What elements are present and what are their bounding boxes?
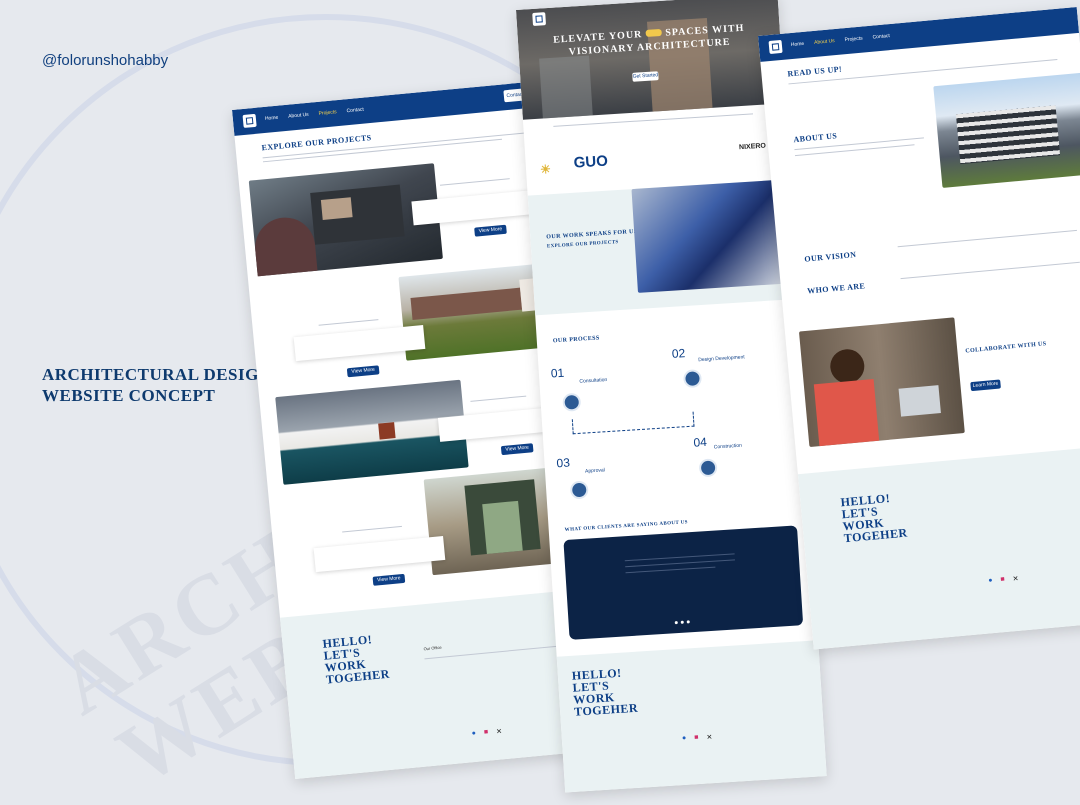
who-heading: WHO WE ARE xyxy=(806,281,866,296)
about-page-mockup: Home About Us Projects Contact READ US U… xyxy=(758,6,1080,650)
concept-title-line2: WEBSITE CONCEPT xyxy=(42,386,216,405)
x-icon[interactable]: ✕ xyxy=(496,727,503,736)
project-title-line xyxy=(470,395,527,402)
concept-title-line1: ARCHITECTURAL DESIGN xyxy=(42,365,272,384)
nav-link-about[interactable]: About Us xyxy=(814,38,835,46)
concept-title: ARCHITECTURAL DESIGN WEBSITE CONCEPT xyxy=(42,364,272,406)
nav-link-contact[interactable]: Contact xyxy=(872,33,890,41)
view-more-button[interactable]: View More xyxy=(500,443,534,456)
vision-text-line xyxy=(897,229,1077,248)
about-image-apartments[interactable] xyxy=(933,72,1080,188)
nav-link-home[interactable]: Home xyxy=(791,41,805,48)
step-number-02: 02 xyxy=(671,346,686,361)
view-more-button[interactable]: View More xyxy=(346,365,380,378)
work-image-facade[interactable] xyxy=(631,179,788,293)
step-label: Approval xyxy=(584,467,606,475)
process-connector xyxy=(571,411,695,435)
logo-icon[interactable] xyxy=(768,39,783,55)
instagram-icon[interactable]: ■ xyxy=(694,734,699,742)
facebook-icon[interactable]: ● xyxy=(471,730,476,738)
step-label: Consultation xyxy=(579,377,608,385)
x-icon[interactable]: ✕ xyxy=(706,733,712,741)
project-title-line xyxy=(318,319,379,326)
step-number-01: 01 xyxy=(550,365,565,381)
project-card xyxy=(313,536,446,573)
vision-heading: OUR VISION xyxy=(804,250,857,264)
nav-link-projects[interactable]: Projects xyxy=(318,109,337,117)
step-dot xyxy=(569,480,589,500)
clients-heading: WHAT OUR CLIENTS ARE SAYING ABOUT US xyxy=(564,520,689,533)
footer-hello: HELLO! LET'S WORK TOGEHER xyxy=(840,491,908,545)
x-icon[interactable]: ✕ xyxy=(1012,575,1018,584)
instagram-icon[interactable]: ■ xyxy=(1000,576,1005,584)
partner-logo-sun: ☀ xyxy=(539,162,552,177)
footer xyxy=(797,445,1080,650)
nav-link-home[interactable]: Home xyxy=(265,115,279,122)
footer-hello: HELLO! LET'S WORK TOGEHER xyxy=(571,666,639,719)
about-text-line xyxy=(794,144,915,157)
footer-hello: HELLO! LET'S WORK TOGEHER xyxy=(322,632,390,686)
nav-link-about[interactable]: About Us xyxy=(288,112,309,120)
testimonial-panel xyxy=(563,525,804,640)
navbar: Home About Us Projects Contact xyxy=(758,6,1080,62)
step-number-04: 04 xyxy=(693,434,708,450)
author-handle: @folorunshohabby xyxy=(42,52,169,69)
nav-link-contact[interactable]: Contact xyxy=(346,107,364,115)
collaborate-image-man-laptop[interactable] xyxy=(798,317,965,448)
view-more-button[interactable]: View More xyxy=(474,224,507,237)
about-heading: ABOUT US xyxy=(793,131,838,145)
project-title-line xyxy=(439,178,510,186)
step-dot xyxy=(682,369,703,389)
hello-line: TOGEHER xyxy=(573,700,639,719)
hero-highlight xyxy=(645,28,662,37)
learn-more-button[interactable]: Learn More xyxy=(970,379,1001,392)
hero-get-started-button[interactable]: Get Started xyxy=(632,71,659,82)
partner-logo-nixero: NIXERO xyxy=(738,142,767,152)
step-label: Construction xyxy=(713,442,743,451)
step-label: Design Development xyxy=(698,354,745,364)
step-number-03: 03 xyxy=(556,455,571,471)
hero-banner xyxy=(516,0,785,120)
facebook-icon[interactable]: ● xyxy=(682,735,687,743)
view-more-button[interactable]: View More xyxy=(372,573,406,586)
logo-icon[interactable] xyxy=(532,12,547,26)
project-title-line xyxy=(342,525,402,533)
instagram-icon[interactable]: ■ xyxy=(484,729,489,737)
nav-link-projects[interactable]: Projects xyxy=(844,36,863,44)
partner-logo-guo: GUO xyxy=(573,152,609,172)
step-dot xyxy=(698,458,718,478)
step-dot xyxy=(562,392,582,412)
read-heading: READ US UP! xyxy=(787,64,843,79)
facebook-icon[interactable]: ● xyxy=(988,577,993,585)
collaborate-heading: COLLABORATE WITH US xyxy=(965,341,1047,355)
logo-icon[interactable] xyxy=(242,113,257,128)
process-heading: OUR PROCESS xyxy=(552,335,600,345)
who-text-line xyxy=(900,261,1080,280)
